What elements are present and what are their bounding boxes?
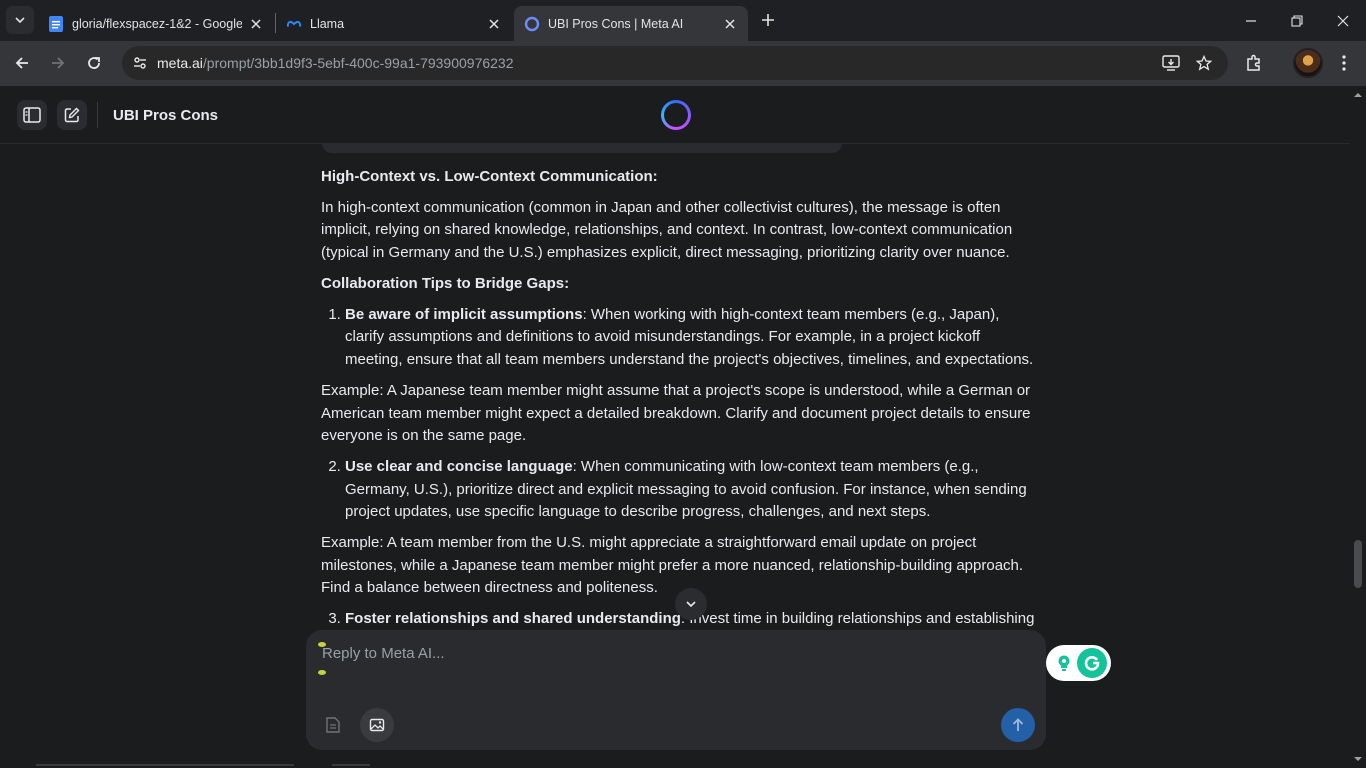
- new-tab-button[interactable]: [756, 8, 780, 32]
- more-vertical-icon: [1342, 55, 1346, 71]
- new-chat-button[interactable]: [57, 100, 87, 130]
- meta-ai-page: High-Context vs. Low-Context Communicati…: [0, 86, 1366, 768]
- tip-title: Use clear and concise language: [345, 458, 573, 476]
- grammarly-widget[interactable]: [1046, 645, 1111, 681]
- chevron-down-icon: [686, 601, 696, 608]
- extensions-button[interactable]: [1240, 49, 1268, 77]
- close-tab-icon[interactable]: [248, 16, 264, 32]
- site-info-icon[interactable]: [128, 51, 152, 75]
- list-item: Use clear and concise language: When com…: [345, 456, 1036, 524]
- reload-button[interactable]: [80, 49, 108, 77]
- minimize-button[interactable]: [1228, 0, 1274, 41]
- paragraph: In high-context communication (common in…: [321, 198, 1013, 262]
- lightbulb-icon: [1058, 655, 1070, 671]
- paragraph: Example: A team member from the U.S. mig…: [321, 534, 1024, 597]
- minimize-icon: [1246, 19, 1256, 22]
- tips-list: Be aware of implicit assumptions: When w…: [321, 304, 1036, 372]
- tab-search-button[interactable]: [6, 6, 34, 34]
- sidebar-icon: [23, 107, 41, 123]
- tab-llama[interactable]: Llama: [276, 6, 512, 41]
- meta-ai-icon: [524, 16, 540, 32]
- header-divider: [97, 102, 98, 128]
- bottom-edge-line: [332, 764, 370, 766]
- google-docs-icon: [48, 15, 64, 32]
- chat-header: UBI Pros Cons: [0, 86, 1350, 144]
- close-tab-icon[interactable]: [722, 16, 738, 32]
- image-icon: [369, 718, 385, 732]
- scroll-to-bottom-button[interactable]: [675, 588, 707, 620]
- compose-icon: [64, 107, 80, 123]
- url-host: meta.ai: [157, 55, 203, 71]
- scrollbar-thumb[interactable]: [1354, 540, 1362, 588]
- tip-title: Be aware of implicit assumptions: [345, 305, 583, 323]
- section-heading: Collaboration Tips to Bridge Gaps:: [321, 274, 570, 292]
- address-bar[interactable]: meta.ai/prompt/3bb1d9f3-5ebf-400c-99a1-7…: [122, 46, 1228, 80]
- browser-tabstrip: gloria/flexspacez-1&2 - Google Llama UBI…: [0, 0, 1366, 41]
- tips-list: Use clear and concise language: When com…: [321, 456, 1036, 524]
- back-button[interactable]: [8, 49, 36, 77]
- profile-avatar[interactable]: [1293, 48, 1323, 78]
- tip-title: Foster relationships and shared understa…: [345, 610, 681, 628]
- composer: Reply to Meta AI...: [306, 630, 1046, 750]
- browser-menu-button[interactable]: [1330, 49, 1358, 77]
- plus-icon: [762, 14, 774, 26]
- add-image-button[interactable]: [360, 708, 394, 742]
- chevron-down-icon: [15, 17, 25, 24]
- tab-title: Llama: [310, 16, 345, 31]
- list-item: Be aware of implicit assumptions: When w…: [345, 304, 1036, 372]
- assistant-message: High-Context vs. Low-Context Communicati…: [321, 166, 1036, 662]
- close-window-button[interactable]: [1320, 0, 1366, 41]
- scroll-down-arrow-icon[interactable]: [1350, 754, 1366, 764]
- grammarly-marker-icon: [318, 670, 326, 675]
- url-path: /prompt/3bb1d9f3-5ebf-400c-99a1-79390097…: [202, 55, 514, 71]
- scroll-up-arrow-icon[interactable]: [1350, 90, 1366, 100]
- close-icon: [1337, 15, 1349, 26]
- chat-title: UBI Pros Cons: [113, 107, 219, 124]
- arrow-right-icon: [52, 57, 65, 69]
- arrow-left-icon: [15, 57, 28, 69]
- section-heading: High-Context vs. Low-Context Communicati…: [321, 168, 658, 185]
- meta-icon: [286, 16, 302, 32]
- puzzle-icon: [1247, 54, 1260, 71]
- install-app-icon[interactable]: [1159, 51, 1183, 75]
- close-tab-icon[interactable]: [486, 16, 502, 32]
- tab-title: gloria/flexspacez-1&2 - Google: [72, 16, 242, 31]
- browser-toolbar: meta.ai/prompt/3bb1d9f3-5ebf-400c-99a1-7…: [0, 41, 1366, 86]
- restore-button[interactable]: [1274, 0, 1320, 41]
- reply-input[interactable]: Reply to Meta AI...: [322, 645, 445, 662]
- forward-button[interactable]: [44, 49, 72, 77]
- restore-icon: [1291, 14, 1303, 27]
- tab-google-docs[interactable]: gloria/flexspacez-1&2 - Google: [38, 6, 274, 41]
- bottom-edge-line: [36, 764, 294, 766]
- document-icon: [326, 717, 340, 733]
- page-scrollbar[interactable]: [1350, 86, 1366, 768]
- url-text: meta.ai/prompt/3bb1d9f3-5ebf-400c-99a1-7…: [157, 55, 514, 71]
- toggle-sidebar-button[interactable]: [17, 100, 47, 130]
- tab-meta-ai[interactable]: UBI Pros Cons | Meta AI: [514, 6, 748, 41]
- tab-title: UBI Pros Cons | Meta AI: [548, 16, 684, 31]
- bookmark-star-icon[interactable]: [1192, 51, 1216, 75]
- send-button[interactable]: [1001, 708, 1035, 742]
- reload-icon: [88, 57, 100, 69]
- paragraph: Example: A Japanese team member might as…: [321, 381, 1031, 445]
- arrow-up-icon: [1012, 718, 1024, 731]
- meta-ai-logo-icon[interactable]: [661, 100, 691, 130]
- attach-file-button[interactable]: [316, 708, 350, 742]
- grammarly-g-icon[interactable]: [1077, 648, 1107, 678]
